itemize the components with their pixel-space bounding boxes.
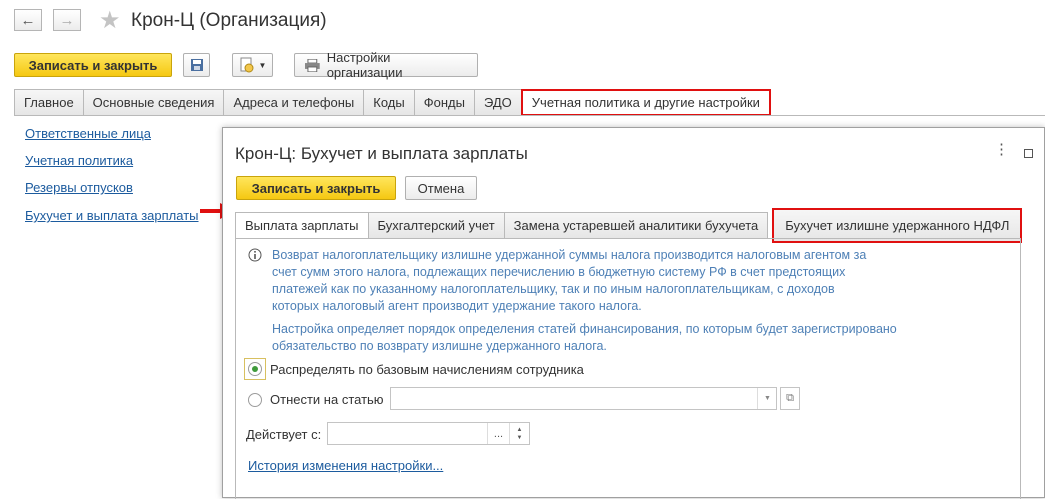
floppy-icon — [190, 59, 203, 71]
tab-bookkeeping[interactable]: Бухгалтерский учет — [367, 212, 505, 238]
info-line-4: которых налоговый агент производит удерж… — [272, 299, 642, 313]
document-clock-icon — [240, 57, 254, 73]
link-vacation-reserves[interactable]: Резервы отпусков — [25, 180, 133, 195]
tab-edo[interactable]: ЭДО — [473, 89, 522, 115]
info-line-2: счет сумм этого налога, подлежащих переч… — [272, 265, 846, 279]
radio-assign-label: Отнести на статью — [270, 392, 384, 407]
dialog: Крон-Ц: Бухучет и выплата зарплаты ⋮ Зап… — [222, 127, 1045, 499]
open-icon[interactable]: ⧉ — [780, 387, 800, 410]
tab-main[interactable]: Главное — [14, 89, 84, 115]
dialog-cancel-button[interactable]: Отмена — [405, 176, 477, 200]
save-close-button[interactable]: Записать и закрыть — [14, 53, 172, 77]
forward-button[interactable]: → — [53, 9, 81, 31]
stepper-up-icon[interactable]: ▲ — [517, 426, 523, 434]
history-link[interactable]: История изменения настройки... — [248, 458, 443, 473]
tab-accounting-policy[interactable]: Учетная политика и другие настройки — [520, 89, 771, 116]
info-line-3: платежей как по указанному налогоплатель… — [272, 282, 835, 296]
link-accounting-payroll[interactable]: Бухучет и выплата зарплаты — [25, 208, 199, 223]
main-tabs: Главное Основные сведения Адреса и телеф… — [14, 89, 771, 116]
org-settings-button[interactable]: Настройки организации — [294, 50, 478, 80]
tab-codes[interactable]: Коды — [363, 89, 415, 115]
info-line-1: Возврат налогоплательщику излишне удержа… — [272, 248, 867, 262]
attachments-dropdown[interactable]: ▼ — [232, 53, 273, 77]
printer-icon — [305, 58, 320, 72]
maximize-icon[interactable] — [1024, 149, 1033, 158]
arrow-right-icon: → — [59, 11, 75, 29]
dialog-title: Крон-Ц: Бухучет и выплата зарплаты — [235, 144, 528, 163]
more-menu-icon[interactable]: ⋮ — [994, 142, 1009, 157]
date-picker-button[interactable]: ... — [487, 423, 509, 444]
tab-addresses[interactable]: Адреса и телефоны — [223, 89, 365, 115]
window-title: Крон-Ц (Организация) — [131, 10, 327, 31]
tab-funds[interactable]: Фонды — [413, 89, 475, 115]
info-text-2: Настройка определяет порядок определения… — [272, 321, 897, 355]
info-text: Возврат налогоплательщику излишне удержа… — [272, 247, 866, 315]
radio-distribute-circle — [248, 362, 262, 376]
link-responsible-persons[interactable]: Ответственные лица — [25, 126, 151, 141]
back-button[interactable]: ← — [14, 9, 42, 31]
arrow-left-icon: ← — [20, 11, 36, 29]
link-accounting-policy[interactable]: Учетная политика — [25, 153, 133, 168]
info2-line-1: Настройка определяет порядок определения… — [272, 322, 897, 336]
date-stepper[interactable]: ▲ ▼ — [509, 423, 529, 444]
dialog-tabs: Выплата зарплаты Бухгалтерский учет Заме… — [235, 208, 1023, 243]
tab-salary-payment[interactable]: Выплата зарплаты — [235, 212, 369, 238]
star-icon[interactable]: ★ — [99, 6, 121, 35]
org-settings-label: Настройки организации — [326, 50, 403, 80]
stepper-down-icon[interactable]: ▼ — [517, 434, 523, 442]
info-icon — [248, 248, 262, 262]
save-button[interactable] — [183, 53, 210, 77]
info2-line-2: обязательство по возврату излишне удержа… — [272, 339, 607, 353]
valid-from-label: Действует с: — [246, 427, 322, 442]
radio-distribute[interactable] — [244, 358, 266, 380]
radio-selected-dot — [252, 366, 258, 372]
chevron-down-icon: ▼ — [258, 60, 267, 70]
dialog-save-close-button[interactable]: Записать и закрыть — [236, 176, 396, 200]
article-dropdown-icon[interactable]: ▼ — [757, 388, 777, 409]
radio-distribute-label: Распределять по базовым начислениям сотр… — [270, 362, 584, 377]
radio-assign-article[interactable] — [248, 393, 262, 407]
article-input[interactable] — [390, 387, 777, 410]
tab-analytics-replacement[interactable]: Замена устаревшей аналитики бухучета — [503, 212, 769, 238]
tab-basic-info[interactable]: Основные сведения — [82, 89, 225, 115]
tabs-divider — [14, 115, 1045, 116]
